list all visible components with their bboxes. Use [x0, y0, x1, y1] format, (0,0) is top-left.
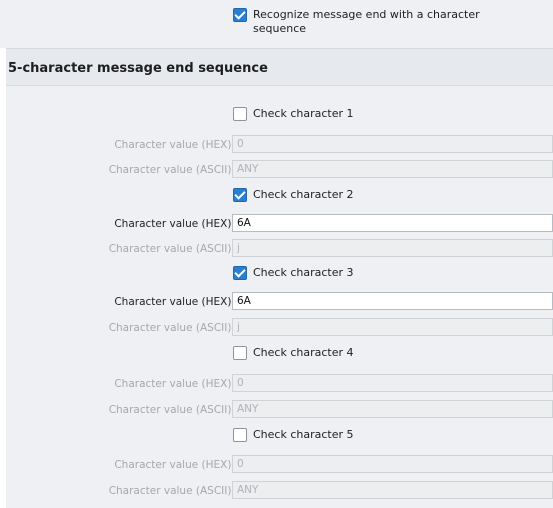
section-title: 5-character message end sequence [8, 61, 268, 76]
character-5-hex-label: Character value (HEX): [114, 459, 235, 471]
check-character-3-option[interactable]: Check character 3 [233, 266, 354, 280]
check-character-1-label: Check character 1 [253, 107, 354, 120]
character-2-ascii-input[interactable]: j [232, 239, 553, 257]
character-5-ascii-input[interactable]: ANY [232, 481, 553, 499]
check-character-4-option[interactable]: Check character 4 [233, 346, 354, 360]
character-2-ascii-row: Character value (ASCII): j [0, 239, 553, 259]
character-3-hex-label: Character value (HEX): [114, 296, 235, 308]
character-3-hex-row: Character value (HEX): 6A [0, 292, 553, 312]
check-character-1-checkbox[interactable] [233, 107, 247, 121]
character-2-hex-row: Character value (HEX): 6A [0, 214, 553, 234]
character-2-hex-input[interactable]: 6A [232, 214, 553, 232]
character-1-hex-row: Character value (HEX): 0 [0, 135, 553, 155]
section-header: 5-character message end sequence [6, 49, 553, 86]
character-4-ascii-label: Character value (ASCII): [108, 404, 235, 416]
recognize-end-sequence-checkbox[interactable] [233, 8, 247, 22]
character-1-hex-input[interactable]: 0 [232, 135, 553, 153]
check-character-4-checkbox[interactable] [233, 346, 247, 360]
check-character-5-label: Check character 5 [253, 428, 354, 441]
character-1-ascii-input[interactable]: ANY [232, 160, 553, 178]
character-4-ascii-input[interactable]: ANY [232, 400, 553, 418]
check-character-2-checkbox[interactable] [233, 188, 247, 202]
top-option-area: Recognize message end with a character s… [0, 0, 553, 48]
character-2-hex-label: Character value (HEX): [114, 218, 235, 230]
character-1-ascii-row: Character value (ASCII): ANY [0, 160, 553, 180]
character-3-ascii-row: Character value (ASCII): j [0, 318, 553, 338]
properties-panel: Recognize message end with a character s… [0, 0, 553, 508]
recognize-end-sequence-option[interactable]: Recognize message end with a character s… [233, 8, 513, 36]
character-3-hex-input[interactable]: 6A [232, 292, 553, 310]
check-character-4-label: Check character 4 [253, 346, 354, 359]
character-3-ascii-input[interactable]: j [232, 318, 553, 336]
character-5-hex-input[interactable]: 0 [232, 455, 553, 473]
character-4-hex-row: Character value (HEX): 0 [0, 374, 553, 394]
check-character-2-label: Check character 2 [253, 188, 354, 201]
character-5-hex-row: Character value (HEX): 0 [0, 455, 553, 475]
check-character-5-checkbox[interactable] [233, 428, 247, 442]
recognize-end-sequence-label: Recognize message end with a character s… [253, 8, 480, 35]
character-3-ascii-label: Character value (ASCII): [108, 322, 235, 334]
character-4-hex-input[interactable]: 0 [232, 374, 553, 392]
character-5-ascii-label: Character value (ASCII): [108, 485, 235, 497]
character-4-ascii-row: Character value (ASCII): ANY [0, 400, 553, 420]
character-1-hex-label: Character value (HEX): [114, 139, 235, 151]
character-2-ascii-label: Character value (ASCII): [108, 243, 235, 255]
character-4-hex-label: Character value (HEX): [114, 378, 235, 390]
check-character-1-option[interactable]: Check character 1 [233, 107, 354, 121]
check-character-3-label: Check character 3 [253, 266, 354, 279]
character-5-ascii-row: Character value (ASCII): ANY [0, 481, 553, 501]
character-1-ascii-label: Character value (ASCII): [108, 164, 235, 176]
check-character-2-option[interactable]: Check character 2 [233, 188, 354, 202]
check-character-3-checkbox[interactable] [233, 266, 247, 280]
check-character-5-option[interactable]: Check character 5 [233, 428, 354, 442]
